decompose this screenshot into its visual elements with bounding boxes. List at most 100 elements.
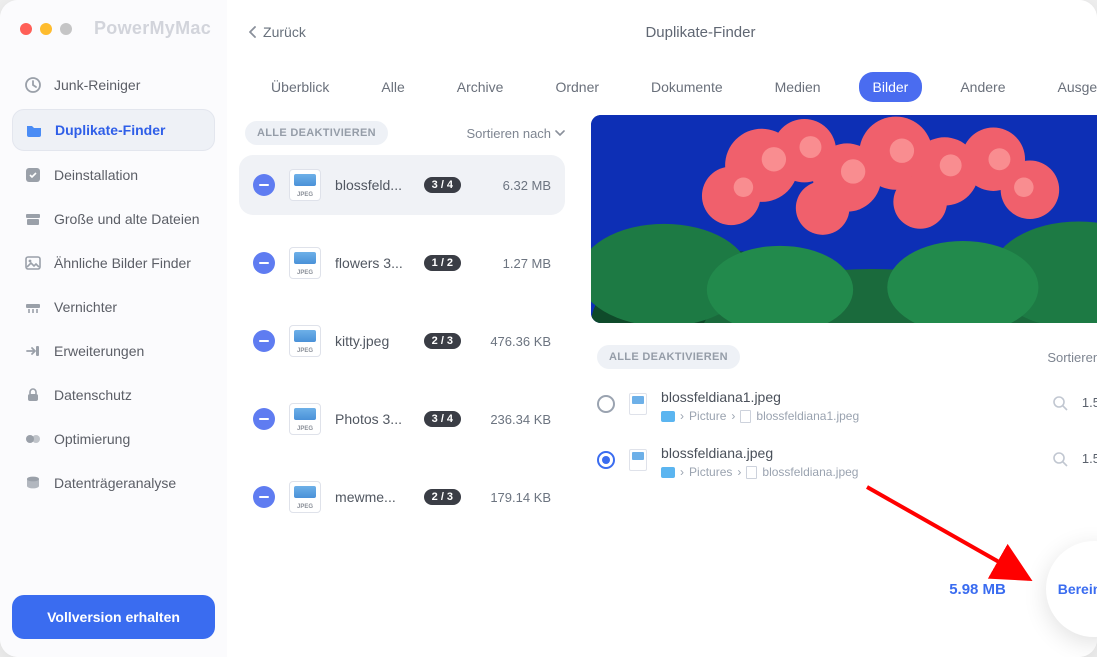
group-row[interactable]: JPEG flowers 3... 1 / 2 1.27 MB bbox=[239, 233, 565, 293]
sort-groups-label: Sortieren nach bbox=[466, 126, 551, 141]
detail-panel: ALLE DEAKTIVIEREN Sortieren nach blossfe… bbox=[591, 115, 1097, 637]
sidebar-item-vernichter[interactable]: Vernichter bbox=[12, 287, 215, 327]
close-window-icon[interactable] bbox=[20, 23, 32, 35]
main-panel: Zurück Duplikate-Finder ? Überblick Alle A… bbox=[227, 0, 1097, 657]
header: Zurück Duplikate-Finder ? bbox=[227, 0, 1097, 58]
group-row[interactable]: JPEG Photos 3... 3 / 4 236.34 KB bbox=[239, 389, 565, 449]
app-brand: PowerMyMac bbox=[94, 18, 211, 39]
deselect-all-groups-button[interactable]: ALLE DEAKTIVIEREN bbox=[245, 121, 388, 145]
sidebar-item-erweiterungen[interactable]: Erweiterungen bbox=[12, 331, 215, 371]
detail-row: blossfeldiana.jpeg ›Pictures› blossfeldi… bbox=[593, 441, 1097, 483]
footer-bar: 5.98 MB Bereinigen bbox=[591, 531, 1097, 637]
archive-icon bbox=[24, 210, 42, 228]
lock-icon bbox=[24, 386, 42, 404]
sidebar-item-label: Optimierung bbox=[54, 431, 130, 447]
magnifier-icon[interactable] bbox=[1052, 395, 1068, 411]
window-controls: PowerMyMac bbox=[12, 12, 215, 59]
group-toggle-icon[interactable] bbox=[253, 486, 275, 508]
file-size: 1.58 MB bbox=[1082, 451, 1097, 466]
folder-icon bbox=[661, 467, 675, 478]
sidebar-item-datentr-geranalyse[interactable]: Datenträgeranalyse bbox=[12, 463, 215, 503]
sidebar-item-label: Junk-Reiniger bbox=[54, 77, 140, 93]
group-count-badge: 3 / 4 bbox=[424, 411, 461, 427]
sort-groups-button[interactable]: Sortieren nach bbox=[466, 126, 565, 141]
group-count-badge: 1 / 2 bbox=[424, 255, 461, 271]
sidebar-item-datenschutz[interactable]: Datenschutz bbox=[12, 375, 215, 415]
group-name: kitty.jpeg bbox=[335, 333, 410, 349]
sidebar-item-label: Duplikate-Finder bbox=[55, 122, 165, 138]
chevron-down-icon bbox=[555, 130, 565, 136]
clean-button[interactable]: Bereinigen bbox=[1046, 541, 1097, 637]
jpeg-thumbnail-icon: JPEG bbox=[289, 403, 321, 435]
group-size: 476.36 KB bbox=[475, 334, 551, 349]
sidebar-item-label: Vernichter bbox=[54, 299, 117, 315]
extensions-icon bbox=[24, 342, 42, 360]
back-button[interactable]: Zurück bbox=[249, 24, 306, 40]
file-size: 1.58 MB bbox=[1082, 395, 1097, 410]
sort-details-label: Sortieren nach bbox=[1047, 350, 1097, 365]
tab-ausgewählt[interactable]: Ausgewählt bbox=[1044, 72, 1097, 102]
sidebar-item-duplikate-finder[interactable]: Duplikate-Finder bbox=[12, 109, 215, 151]
group-toggle-icon[interactable] bbox=[253, 252, 275, 274]
folder-icon bbox=[25, 121, 43, 139]
duplicate-groups-panel: ALLE DEAKTIVIEREN Sortieren nach JPEG bl… bbox=[239, 115, 571, 637]
tab-andere[interactable]: Andere bbox=[946, 72, 1019, 102]
tab-medien[interactable]: Medien bbox=[761, 72, 835, 102]
shredder-icon bbox=[24, 298, 42, 316]
group-name: Photos 3... bbox=[335, 411, 410, 427]
group-count-badge: 2 / 3 bbox=[424, 489, 461, 505]
file-icon bbox=[740, 410, 751, 423]
back-label: Zurück bbox=[263, 24, 306, 40]
tab-überblick[interactable]: Überblick bbox=[257, 72, 343, 102]
tab-dokumente[interactable]: Dokumente bbox=[637, 72, 737, 102]
sidebar-item-gro-e-und-alte-dateien[interactable]: Große und alte Dateien bbox=[12, 199, 215, 239]
sidebar-item-label: Datenträgeranalyse bbox=[54, 475, 176, 491]
deselect-all-details-button[interactable]: ALLE DEAKTIVIEREN bbox=[597, 345, 740, 369]
file-thumbnail-icon bbox=[629, 449, 647, 471]
sidebar-item--hnliche-bilder-finder[interactable]: Ähnliche Bilder Finder bbox=[12, 243, 215, 283]
group-list[interactable]: JPEG blossfeld... 3 / 4 6.32 MB JPEG flo… bbox=[239, 155, 571, 637]
group-size: 6.32 MB bbox=[475, 178, 551, 193]
detail-row: blossfeldiana1.jpeg ›Picture› blossfeldi… bbox=[593, 385, 1097, 427]
full-version-button[interactable]: Vollversion erhalten bbox=[12, 595, 215, 639]
select-file-radio[interactable] bbox=[597, 451, 615, 469]
group-row[interactable]: JPEG kitty.jpeg 2 / 3 476.36 KB bbox=[239, 311, 565, 371]
group-size: 179.14 KB bbox=[475, 490, 551, 505]
select-file-radio[interactable] bbox=[597, 395, 615, 413]
minimize-window-icon[interactable] bbox=[40, 23, 52, 35]
jpeg-thumbnail-icon: JPEG bbox=[289, 169, 321, 201]
sidebar-item-deinstallation[interactable]: Deinstallation bbox=[12, 155, 215, 195]
group-size: 236.34 KB bbox=[475, 412, 551, 427]
image-icon bbox=[24, 254, 42, 272]
sidebar-item-label: Ähnliche Bilder Finder bbox=[54, 255, 191, 271]
file-thumbnail-icon bbox=[629, 393, 647, 415]
tab-archive[interactable]: Archive bbox=[443, 72, 518, 102]
tab-alle[interactable]: Alle bbox=[367, 72, 418, 102]
detail-list: blossfeldiana1.jpeg ›Picture› blossfeldi… bbox=[591, 379, 1097, 531]
group-count-badge: 2 / 3 bbox=[424, 333, 461, 349]
tab-ordner[interactable]: Ordner bbox=[541, 72, 613, 102]
optimize-icon bbox=[24, 430, 42, 448]
group-row[interactable]: JPEG mewme... 2 / 3 179.14 KB bbox=[239, 467, 565, 527]
sidebar-item-label: Deinstallation bbox=[54, 167, 138, 183]
tab-bar: Überblick Alle Archive Ordner Dokumente Medie… bbox=[227, 58, 1097, 115]
sidebar-item-label: Erweiterungen bbox=[54, 343, 144, 359]
tab-bilder[interactable]: Bilder bbox=[859, 72, 923, 102]
sidebar-item-optimierung[interactable]: Optimierung bbox=[12, 419, 215, 459]
sidebar-item-junk-reiniger[interactable]: Junk-Reiniger bbox=[12, 65, 215, 105]
sidebar-item-label: Datenschutz bbox=[54, 387, 132, 403]
folder-icon bbox=[661, 411, 675, 422]
magnifier-icon[interactable] bbox=[1052, 451, 1068, 467]
group-row[interactable]: JPEG blossfeld... 3 / 4 6.32 MB bbox=[239, 155, 565, 215]
jpeg-thumbnail-icon: JPEG bbox=[289, 247, 321, 279]
group-toggle-icon[interactable] bbox=[253, 330, 275, 352]
group-toggle-icon[interactable] bbox=[253, 174, 275, 196]
jpeg-thumbnail-icon: JPEG bbox=[289, 325, 321, 357]
maximize-window-icon bbox=[60, 23, 72, 35]
group-size: 1.27 MB bbox=[475, 256, 551, 271]
sort-details-button[interactable]: Sortieren nach bbox=[1047, 350, 1097, 365]
group-toggle-icon[interactable] bbox=[253, 408, 275, 430]
file-path: ›Picture› blossfeldiana1.jpeg bbox=[661, 409, 1038, 423]
sidebar: PowerMyMac Junk-Reiniger Duplikate-Finder… bbox=[0, 0, 227, 657]
file-icon bbox=[746, 466, 757, 479]
